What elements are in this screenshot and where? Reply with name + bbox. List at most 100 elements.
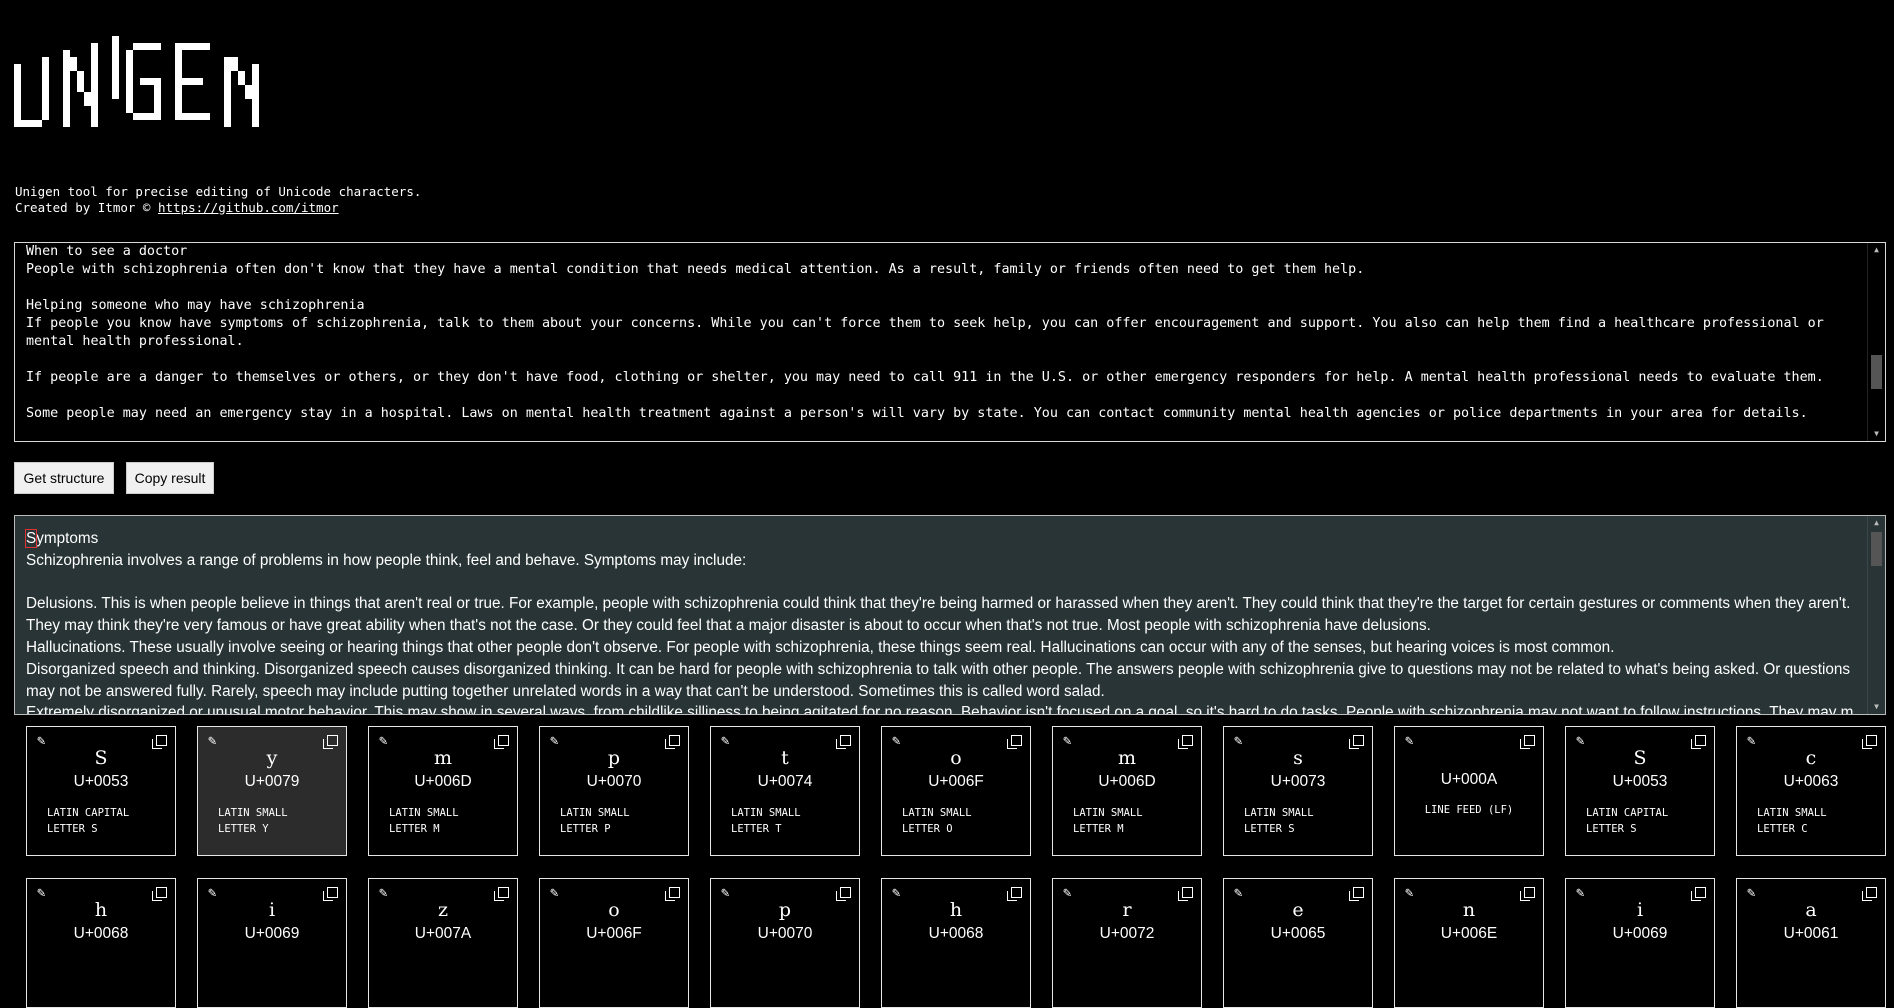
- char-card[interactable]: ✎ c U+0063 LATIN SMALL LETTER C: [1736, 726, 1886, 856]
- logo-pixel: [42, 57, 49, 120]
- pencil-icon[interactable]: ✎: [1405, 733, 1413, 749]
- logo-pixel: [126, 50, 133, 113]
- char-name: LATIN SMALL LETTER M: [1073, 807, 1143, 835]
- char-card[interactable]: ✎ a U+0061: [1736, 878, 1886, 1008]
- copy-icon[interactable]: [1349, 735, 1364, 749]
- char-glyph: m: [1117, 747, 1137, 769]
- char-glyph: p: [607, 747, 621, 769]
- char-card[interactable]: ✎ s U+0073 LATIN SMALL LETTER S: [1223, 726, 1373, 856]
- result-editor[interactable]: Symptoms Schizophrenia involves a range …: [14, 515, 1886, 715]
- copy-icon[interactable]: [1691, 887, 1706, 901]
- char-glyph: h: [94, 899, 108, 921]
- char-card[interactable]: ✎ h U+0068: [881, 878, 1031, 1008]
- logo-pixel: [77, 71, 84, 92]
- copy-result-button[interactable]: Copy result: [126, 462, 214, 494]
- char-card[interactable]: ✎ h U+0068: [26, 878, 176, 1008]
- input-scroll-thumb[interactable]: [1871, 355, 1882, 389]
- copy-icon[interactable]: [1862, 887, 1877, 901]
- char-name: LATIN SMALL LETTER O: [902, 807, 972, 835]
- char-code: U+0063: [1783, 773, 1839, 790]
- copy-icon[interactable]: [1691, 735, 1706, 749]
- logo-pixel: [182, 43, 210, 50]
- char-name: LATIN SMALL LETTER M: [389, 807, 459, 835]
- char-glyph: h: [949, 899, 963, 921]
- logo-pixel: [63, 50, 70, 127]
- char-card[interactable]: ✎ n U+006E: [1394, 878, 1544, 1008]
- logo-pixel: [182, 78, 203, 85]
- char-name: LATIN CAPITAL LETTER S: [1586, 807, 1669, 835]
- copy-icon[interactable]: [1007, 887, 1022, 901]
- char-code: U+006E: [1440, 925, 1498, 942]
- logo-pixel: [84, 92, 91, 106]
- logo-pixel: [154, 78, 161, 113]
- copy-icon[interactable]: [665, 887, 680, 901]
- intro-text: Unigen tool for precise editing of Unico…: [15, 184, 421, 215]
- char-glyph: o: [608, 899, 620, 921]
- result-scroll-thumb[interactable]: [1871, 532, 1882, 566]
- input-scrollbar[interactable]: ▲ ▼: [1867, 243, 1885, 441]
- char-code: U+0079: [244, 773, 300, 790]
- char-card[interactable]: ✎ S U+0053 LATIN CAPITAL LETTER S: [26, 726, 176, 856]
- char-card[interactable]: ✎ e U+0065: [1223, 878, 1373, 1008]
- copy-icon[interactable]: [1007, 735, 1022, 749]
- char-card[interactable]: ✎ p U+0070 LATIN SMALL LETTER P: [539, 726, 689, 856]
- char-card[interactable]: ✎ y U+0079 LATIN SMALL LETTER Y: [197, 726, 347, 856]
- char-card[interactable]: ✎ i U+0069: [1565, 878, 1715, 1008]
- logo-pixel: [21, 120, 42, 127]
- char-card[interactable]: ✎ p U+0070: [710, 878, 860, 1008]
- char-code: U+006D: [414, 773, 472, 790]
- copy-icon[interactable]: [323, 735, 338, 749]
- copy-icon[interactable]: [494, 735, 509, 749]
- unigen-logo: [14, 36, 259, 127]
- scroll-down-icon[interactable]: ▼: [1868, 427, 1885, 441]
- logo-pixel: [224, 57, 231, 127]
- scroll-up-icon[interactable]: ▲: [1868, 243, 1885, 257]
- logo-pixel: [182, 113, 210, 120]
- char-code: U+0053: [73, 773, 129, 790]
- char-code: U+006D: [1098, 773, 1156, 790]
- result-text: Symptoms Schizophrenia involves a range …: [24, 529, 1854, 715]
- char-glyph: r: [1122, 899, 1132, 921]
- result-scrollbar[interactable]: ▲ ▼: [1867, 516, 1885, 714]
- copy-icon[interactable]: [1520, 887, 1535, 901]
- char-card[interactable]: ✎ m U+006D LATIN SMALL LETTER M: [368, 726, 518, 856]
- char-code: U+0072: [1099, 925, 1155, 942]
- copy-icon[interactable]: [1349, 887, 1364, 901]
- char-glyph: o: [950, 747, 962, 769]
- char-card[interactable]: ✎ m U+006D LATIN SMALL LETTER M: [1052, 726, 1202, 856]
- char-code: U+0068: [73, 925, 129, 942]
- char-card[interactable]: ✎ z U+007A: [368, 878, 518, 1008]
- char-name: LATIN SMALL LETTER C: [1757, 807, 1827, 835]
- char-glyph: y: [266, 747, 278, 769]
- char-glyph: a: [1805, 899, 1817, 921]
- char-glyph: S: [94, 747, 108, 769]
- char-card[interactable]: ✎ t U+0074 LATIN SMALL LETTER T: [710, 726, 860, 856]
- char-card[interactable]: ✎ i U+0069: [197, 878, 347, 1008]
- copy-icon[interactable]: [836, 887, 851, 901]
- char-card[interactable]: ✎ S U+0053 LATIN CAPITAL LETTER S: [1565, 726, 1715, 856]
- selected-char[interactable]: S: [24, 529, 38, 548]
- scroll-down-icon[interactable]: ▼: [1868, 700, 1885, 714]
- char-card[interactable]: ✎ o U+006F LATIN SMALL LETTER O: [881, 726, 1031, 856]
- copy-icon[interactable]: [1862, 735, 1877, 749]
- scroll-up-icon[interactable]: ▲: [1868, 516, 1885, 530]
- char-card[interactable]: ✎ r U+0072: [1052, 878, 1202, 1008]
- get-structure-button[interactable]: Get structure: [14, 462, 114, 494]
- copy-icon[interactable]: [1178, 887, 1193, 901]
- char-name: LINE FEED (LF): [1424, 804, 1514, 816]
- github-link[interactable]: https://github.com/itmor: [158, 200, 339, 215]
- copy-icon[interactable]: [1178, 735, 1193, 749]
- copy-icon[interactable]: [1520, 735, 1535, 749]
- logo-pixel: [238, 71, 245, 85]
- copy-icon[interactable]: [152, 887, 167, 901]
- char-card[interactable]: ✎ U+000A LINE FEED (LF): [1394, 726, 1544, 856]
- copy-icon[interactable]: [152, 735, 167, 749]
- copy-icon[interactable]: [665, 735, 680, 749]
- char-code: U+0073: [1270, 773, 1326, 790]
- input-textarea[interactable]: When to see a doctor People with schizop…: [14, 242, 1886, 442]
- char-glyph: e: [1292, 899, 1304, 921]
- copy-icon[interactable]: [323, 887, 338, 901]
- copy-icon[interactable]: [494, 887, 509, 901]
- copy-icon[interactable]: [836, 735, 851, 749]
- char-card[interactable]: ✎ o U+006F: [539, 878, 689, 1008]
